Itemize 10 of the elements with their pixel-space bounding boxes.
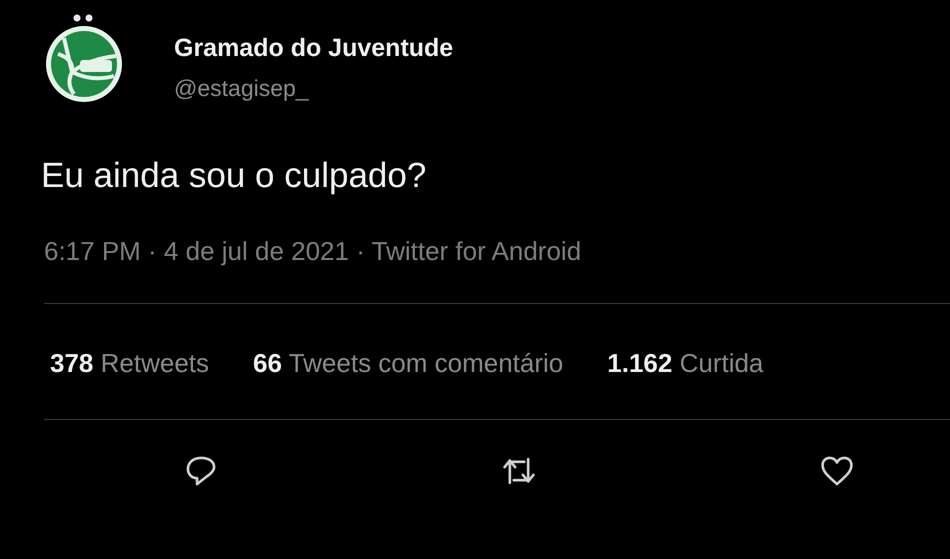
author-handle[interactable]: @estagisep_ — [174, 75, 454, 102]
author-name[interactable]: Gramado do Juventude — [174, 34, 454, 63]
like-icon[interactable] — [820, 454, 854, 488]
engagement-stat[interactable]: 1.162 Curtida — [607, 348, 764, 379]
reply-icon[interactable] — [184, 454, 218, 488]
tweet-text: Eu ainda sou o culpado? — [41, 156, 428, 196]
engagement-stat[interactable]: 378 Retweets — [50, 348, 210, 379]
tweet-timestamp: 6:17 PM · 4 de jul de 2021 · Twitter for Android — [44, 236, 582, 267]
engagement-stat[interactable]: 66 Tweets com comentário — [253, 348, 564, 379]
club-crest-icon — [44, 14, 124, 104]
